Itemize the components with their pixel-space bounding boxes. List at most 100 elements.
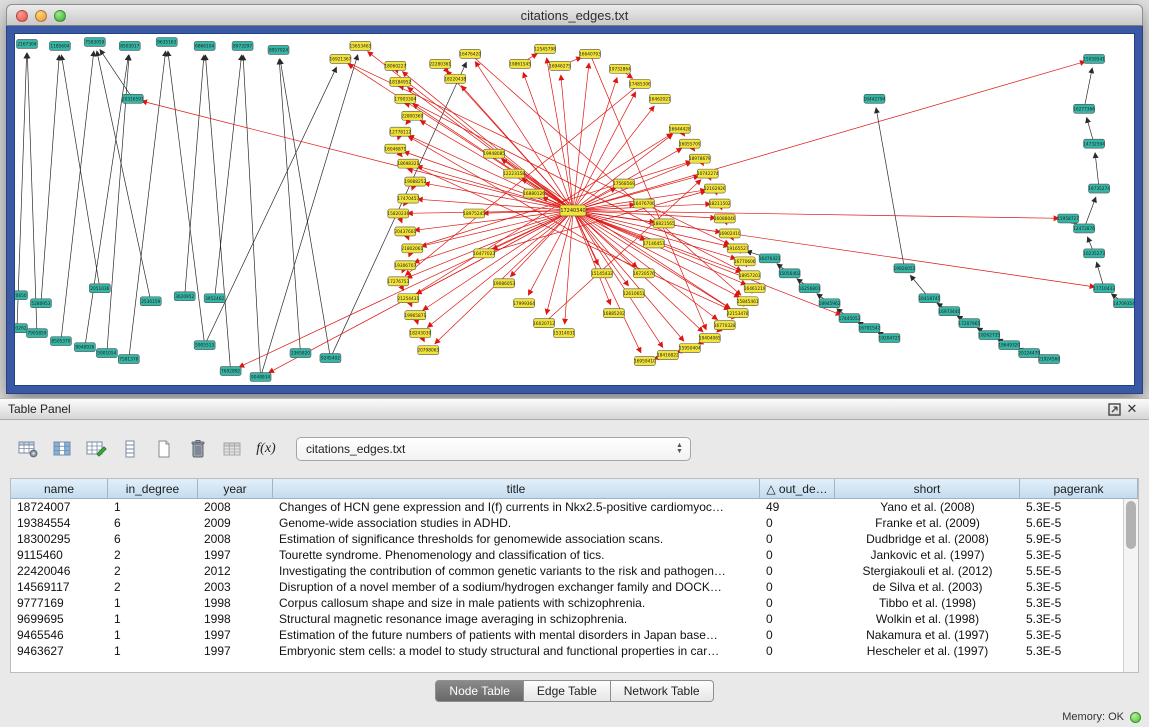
graph-node[interactable]: 21802061 bbox=[401, 244, 423, 253]
graph-node[interactable]: 18978679 bbox=[689, 154, 711, 163]
table-row[interactable]: 911546021997Tourette syndrome. Phenomeno… bbox=[11, 547, 1123, 563]
graph-node[interactable]: 17903304 bbox=[394, 94, 416, 103]
graph-node[interactable]: 17240340 bbox=[560, 205, 586, 216]
graph-node[interactable]: 19948085 bbox=[483, 149, 505, 158]
graph-node[interactable]: 16880126 bbox=[523, 189, 545, 198]
table-row[interactable]: 969969511998Structural magnetic resonanc… bbox=[11, 611, 1123, 627]
column-header-year[interactable]: year bbox=[198, 479, 273, 498]
graph-node[interactable]: 15950404 bbox=[679, 344, 701, 353]
graph-node[interactable]: 19926051 bbox=[894, 264, 916, 273]
graph-node[interactable]: 17568569 bbox=[613, 179, 635, 188]
graph-node[interactable]: 15059541 bbox=[1083, 54, 1105, 63]
graph-node[interactable]: 16088046 bbox=[714, 214, 736, 223]
graph-node[interactable]: 19861545 bbox=[509, 59, 531, 68]
graph-node[interactable]: 12223158 bbox=[503, 169, 525, 178]
new-table-icon[interactable] bbox=[150, 436, 178, 462]
graph-node[interactable]: 7583059 bbox=[84, 37, 105, 46]
graph-node[interactable]: 9635163 bbox=[156, 37, 177, 46]
network-table-selector[interactable]: citations_edges.txt ▲▼ bbox=[296, 437, 691, 461]
graph-node[interactable]: 18211502 bbox=[709, 199, 731, 208]
table-row[interactable]: 1456911722003Disruption of a novel membe… bbox=[11, 579, 1123, 595]
graph-node[interactable]: 18220438 bbox=[444, 74, 466, 83]
graph-node[interactable]: 18957203 bbox=[739, 271, 761, 280]
graph-node[interactable]: 8957024 bbox=[268, 45, 289, 54]
graph-node[interactable]: 16959410 bbox=[634, 357, 656, 366]
graph-node[interactable]: 8973297 bbox=[232, 41, 253, 50]
graph-node[interactable]: 18243039 bbox=[409, 329, 431, 338]
rows-icon[interactable] bbox=[116, 436, 144, 462]
graph-node[interactable]: 12472876 bbox=[1073, 224, 1095, 233]
graph-node[interactable]: 20124479 bbox=[1018, 349, 1040, 358]
table-row[interactable]: 2242004622012Investigating the contribut… bbox=[11, 563, 1123, 579]
graph-node[interactable]: 18821565 bbox=[653, 219, 675, 228]
graph-node[interactable]: 9245402 bbox=[320, 354, 341, 363]
graph-node[interactable]: 21924560 bbox=[1038, 355, 1060, 364]
graph-node[interactable]: 17146457 bbox=[643, 239, 665, 248]
graph-node[interactable]: 16720576 bbox=[633, 269, 655, 278]
show-columns-icon[interactable] bbox=[48, 436, 76, 462]
graph-node[interactable]: 5905513 bbox=[194, 341, 215, 350]
zoom-button[interactable] bbox=[54, 10, 66, 22]
graph-node[interactable]: 18262735 bbox=[978, 331, 1000, 340]
graph-node[interactable]: 19649320 bbox=[998, 341, 1020, 350]
graph-node[interactable]: 5280953 bbox=[30, 299, 51, 308]
graph-node[interactable]: 16885202 bbox=[603, 309, 625, 318]
graph-node[interactable]: 1185604 bbox=[49, 41, 70, 50]
graph-node[interactable]: 2365820 bbox=[290, 349, 311, 358]
graph-node[interactable]: 18060227 bbox=[384, 61, 406, 70]
graph-node[interactable]: 12778112 bbox=[389, 127, 411, 136]
graph-node[interactable]: 16442794 bbox=[864, 94, 886, 103]
graph-node[interactable]: 16770606 bbox=[734, 257, 756, 266]
graph-node[interactable]: 17207965 bbox=[958, 319, 980, 328]
graph-node[interactable]: 9048934 bbox=[250, 373, 271, 382]
graph-node[interactable]: 16640793 bbox=[579, 49, 601, 58]
column-header-name[interactable]: name bbox=[11, 479, 108, 498]
graph-node[interactable]: 16055709 bbox=[679, 139, 701, 148]
graph-node[interactable]: 18698321 bbox=[397, 159, 419, 168]
graph-node[interactable]: 16476706 bbox=[633, 199, 655, 208]
graph-node[interactable]: 10742274 bbox=[697, 169, 719, 178]
graph-node[interactable]: 16476420 bbox=[459, 49, 481, 58]
graph-node[interactable]: 2167304 bbox=[16, 39, 37, 48]
graph-node[interactable]: 16418745 bbox=[918, 294, 940, 303]
graph-node[interactable]: 19306707 bbox=[394, 261, 416, 270]
tab-network-table[interactable]: Network Table bbox=[611, 680, 714, 702]
delete-table-icon[interactable] bbox=[184, 436, 212, 462]
network-graph-canvas[interactable]: 1724034018060227181849521790330422800369… bbox=[14, 33, 1135, 386]
graph-node[interactable]: 2530159 bbox=[140, 297, 161, 306]
graph-node[interactable]: 19735274 bbox=[1088, 184, 1110, 193]
minimize-button[interactable] bbox=[35, 10, 47, 22]
graph-node[interactable]: 20798063 bbox=[417, 346, 439, 355]
graph-node[interactable]: 15056402 bbox=[779, 269, 801, 278]
table-row[interactable]: 946362711997Embryonic stem cells: a mode… bbox=[11, 643, 1123, 659]
graph-node[interactable]: 16791542 bbox=[859, 324, 881, 333]
graph-node[interactable]: 18975245 bbox=[463, 209, 485, 218]
table-row[interactable]: 946554611997Estimation of the future num… bbox=[11, 627, 1123, 643]
column-header-title[interactable]: title bbox=[273, 479, 760, 498]
close-panel-icon[interactable]: ✕ bbox=[1123, 401, 1141, 417]
column-header-pagerank[interactable]: pagerank bbox=[1020, 479, 1138, 498]
graph-node[interactable]: 21254431 bbox=[397, 294, 419, 303]
float-panel-icon[interactable] bbox=[1105, 401, 1123, 417]
graph-node[interactable]: 6866104 bbox=[194, 41, 215, 50]
graph-node[interactable]: 3620952 bbox=[174, 292, 195, 301]
window-titlebar[interactable]: citations_edges.txt bbox=[6, 4, 1143, 26]
graph-node[interactable]: 5901054 bbox=[96, 349, 117, 358]
graph-node[interactable]: 12545798 bbox=[534, 44, 556, 53]
graph-node[interactable]: 16946275 bbox=[549, 61, 571, 70]
graph-node[interactable]: 16921367 bbox=[330, 54, 352, 63]
graph-node[interactable]: 16644428 bbox=[669, 124, 691, 133]
graph-node[interactable]: 16256801 bbox=[799, 284, 821, 293]
tab-edge-table[interactable]: Edge Table bbox=[524, 680, 611, 702]
graph-node[interactable]: 16461219 bbox=[744, 284, 766, 293]
graph-node[interactable]: 18184952 bbox=[389, 77, 411, 86]
graph-node[interactable]: 2620650 bbox=[14, 291, 27, 300]
column-header-in_degree[interactable]: in_degree bbox=[108, 479, 198, 498]
graph-node[interactable]: 7581378 bbox=[118, 355, 139, 364]
graph-node[interactable]: 16477023 bbox=[473, 249, 495, 258]
graph-node[interactable]: 14732594 bbox=[1083, 139, 1105, 148]
tab-node-table[interactable]: Node Table bbox=[435, 680, 524, 702]
import-table-icon[interactable] bbox=[218, 436, 246, 462]
column-header-out_de[interactable]: △ out_de… bbox=[760, 479, 835, 498]
graph-node[interactable]: 16476421 bbox=[759, 254, 781, 263]
